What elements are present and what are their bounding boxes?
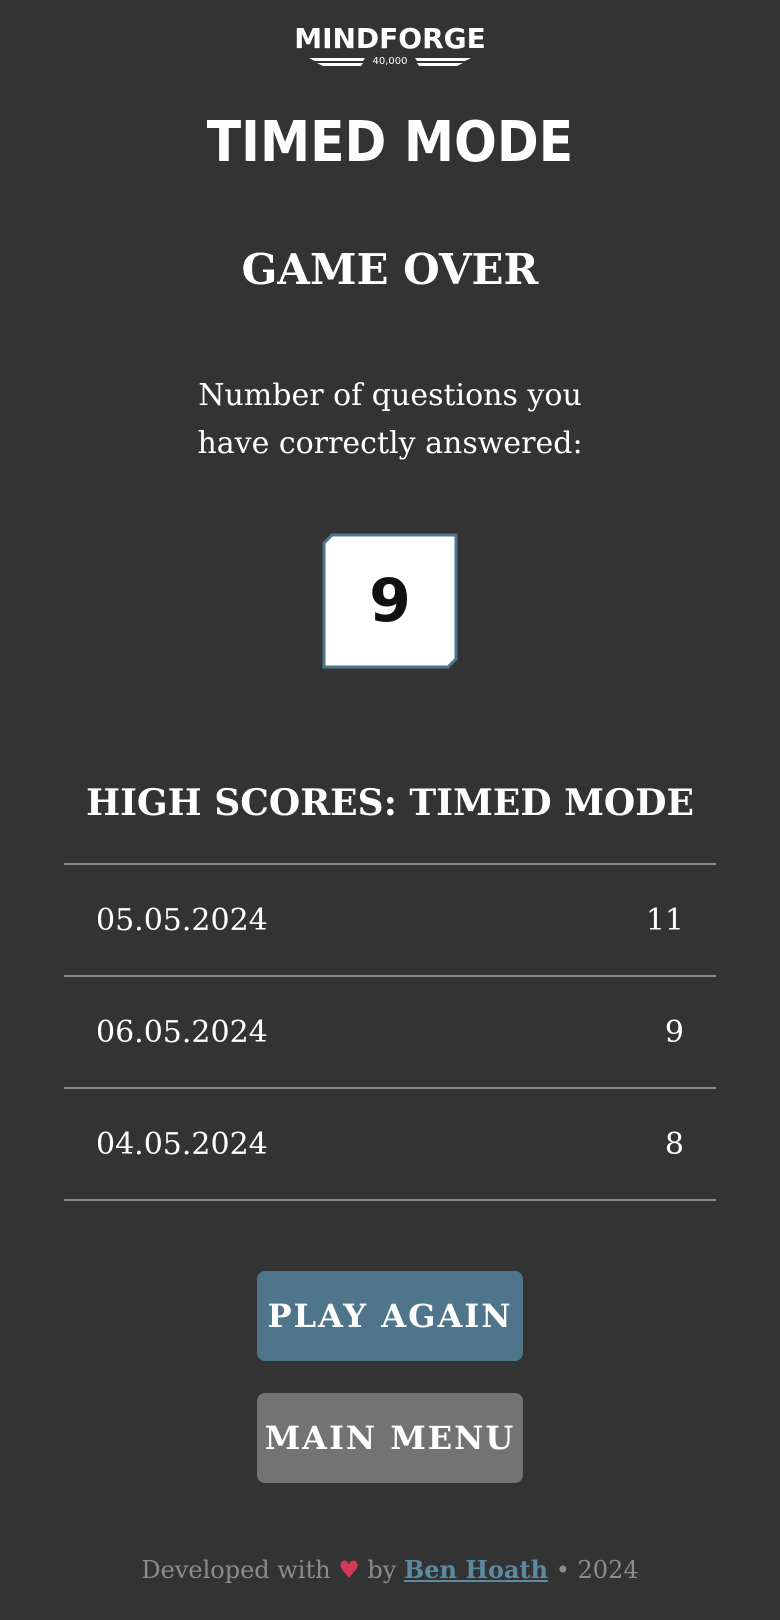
footer-by: by: [367, 1556, 397, 1584]
table-row: 06.05.2024 9: [64, 977, 716, 1089]
main-menu-button[interactable]: MAIN MENU: [257, 1393, 523, 1483]
footer: Developed with ♥ by Ben Hoath • 2024: [0, 1552, 780, 1588]
score-display: 9: [322, 533, 458, 669]
author-link[interactable]: Ben Hoath: [404, 1555, 548, 1584]
footer-year: 2024: [577, 1556, 639, 1584]
table-row: 05.05.2024 11: [64, 865, 716, 977]
footer-separator: •: [555, 1556, 570, 1584]
high-score-value: 11: [645, 902, 684, 938]
high-score-value: 9: [664, 1014, 684, 1050]
play-again-button[interactable]: PLAY AGAIN: [257, 1271, 523, 1361]
footer-prefix: Developed with: [141, 1556, 331, 1584]
game-over-heading: GAME OVER: [241, 245, 539, 294]
app-logo: MINDFORGE 40,000: [0, 24, 780, 70]
result-description: Number of questions you have correctly a…: [197, 378, 583, 461]
high-score-value: 8: [664, 1126, 684, 1162]
logo-subtitle: 40,000: [372, 56, 408, 67]
heart-icon: ♥: [338, 1556, 360, 1584]
logo-wings: 40,000: [309, 56, 471, 70]
table-row: 04.05.2024 8: [64, 1089, 716, 1201]
high-score-date: 05.05.2024: [96, 902, 268, 938]
page-title: TIMED MODE: [206, 110, 574, 175]
logo-wordmark: MINDFORGE: [294, 22, 486, 55]
high-scores-table: 05.05.2024 11 06.05.2024 9 04.05.2024 8: [64, 863, 716, 1201]
high-scores-title: HIGH SCORES: TIMED MODE: [86, 782, 694, 824]
score-value: 9: [369, 566, 411, 636]
high-score-date: 04.05.2024: [96, 1126, 268, 1162]
high-score-date: 06.05.2024: [96, 1014, 268, 1050]
